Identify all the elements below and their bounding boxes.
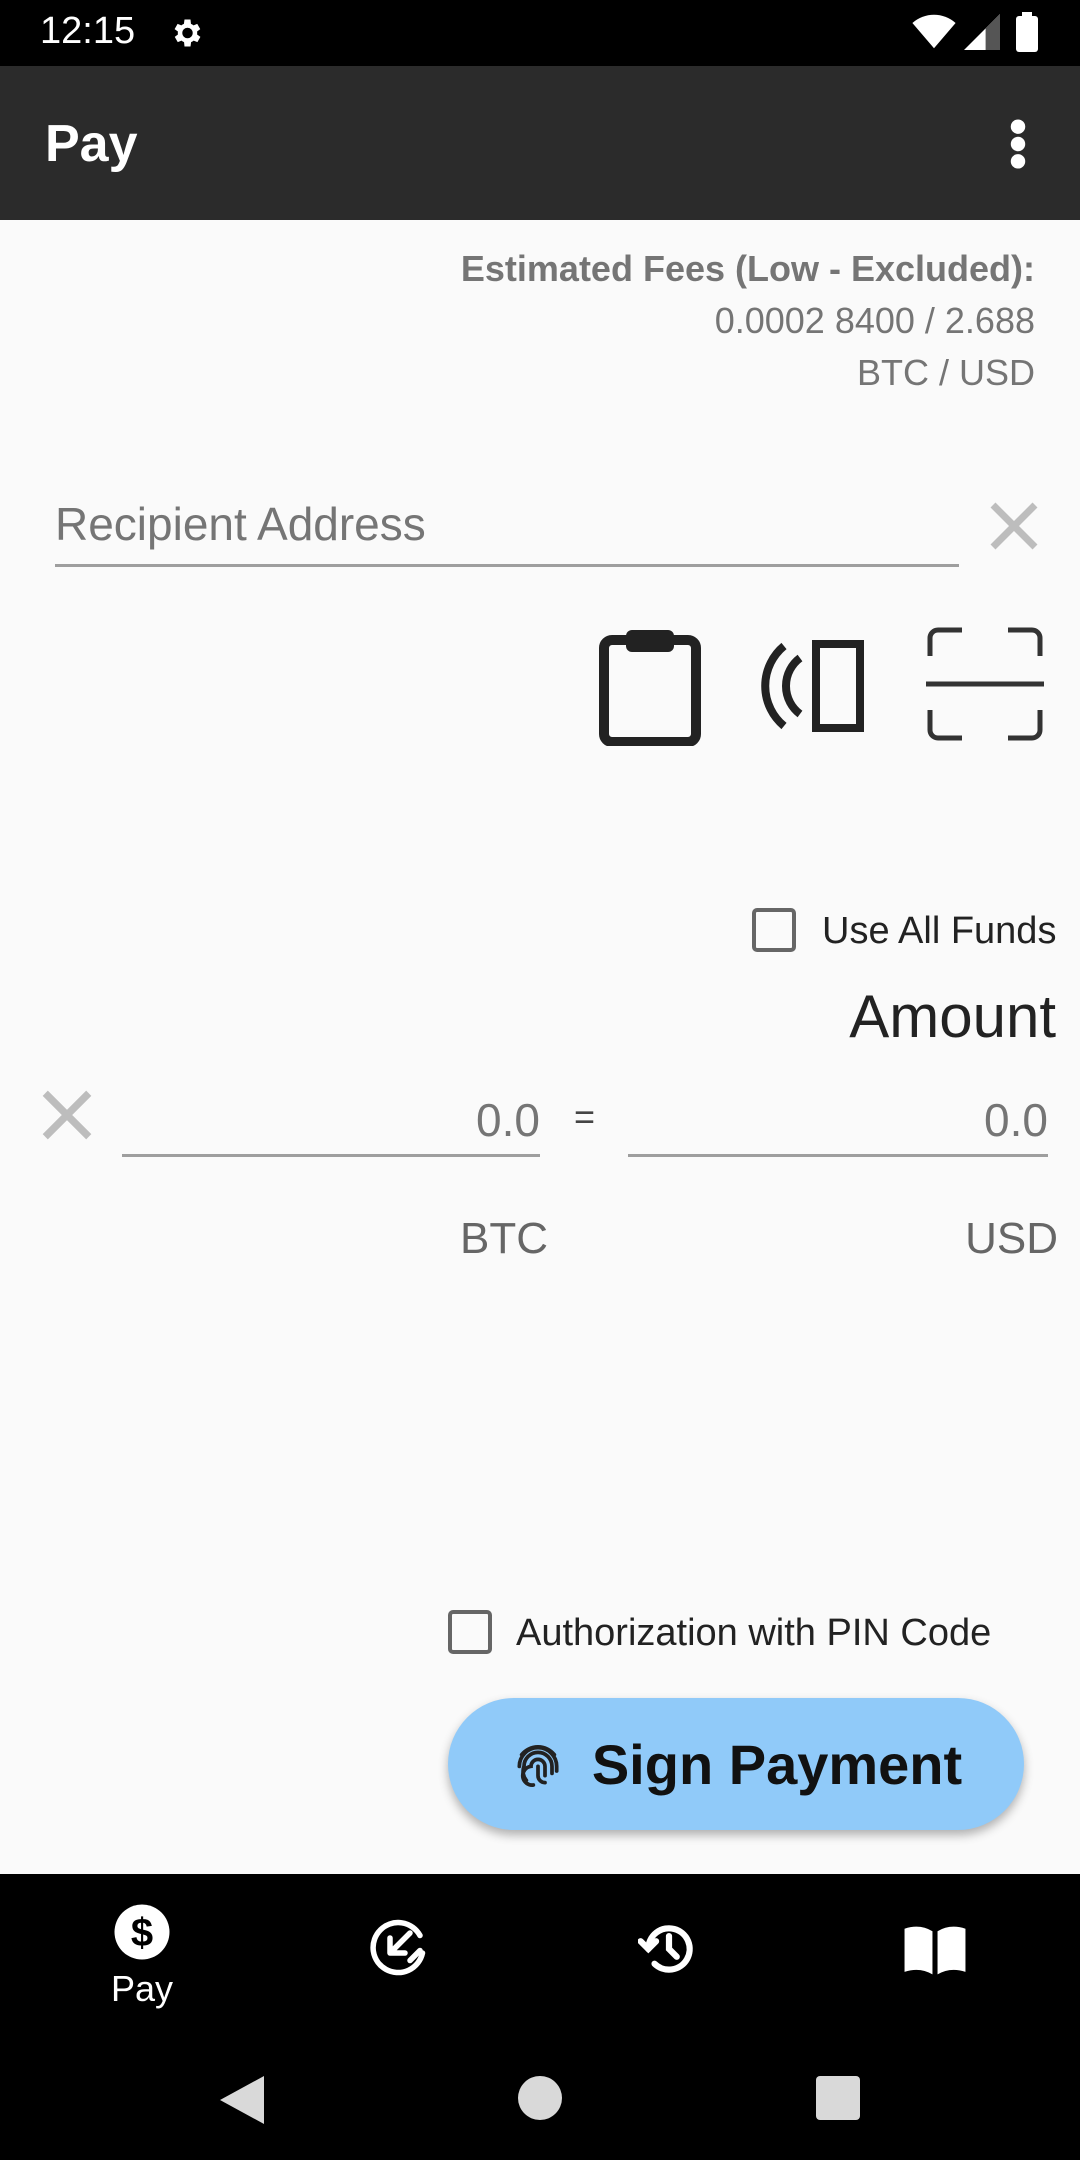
book-icon (902, 1922, 980, 1976)
pin-auth-checkbox[interactable] (448, 1610, 492, 1654)
receive-icon (370, 1918, 448, 1978)
amount-title: Amount (849, 983, 1056, 1050)
btc-amount-underline (122, 1154, 540, 1157)
sign-payment-label: Sign Payment (591, 1732, 963, 1796)
overflow-menu-icon[interactable] (1000, 118, 1036, 170)
dollar-circle-icon: $ (112, 1902, 172, 1962)
recipient-address-input[interactable] (55, 494, 955, 554)
system-navigation-bar (0, 2044, 1080, 2160)
fees-units: BTC / USD (856, 352, 1035, 393)
fees-title: Estimated Fees (Low - Excluded): (460, 248, 1035, 289)
usd-amount-underline (628, 1154, 1048, 1157)
clipboard-icon[interactable] (598, 624, 702, 746)
btc-unit-label: BTC (460, 1214, 548, 1263)
cell-signal-icon (964, 14, 1000, 50)
app-bar: Pay (0, 66, 1080, 220)
wifi-icon (912, 14, 956, 50)
fingerprint-icon (510, 1736, 566, 1792)
nav-item-pay[interactable]: $ Pay (80, 1874, 204, 2044)
equals-sign: = (574, 1096, 596, 1137)
usd-unit-label: USD (965, 1214, 1058, 1263)
page-title: Pay (45, 115, 138, 173)
status-bar: 12:15 (0, 0, 1080, 66)
nav-item-history[interactable] (638, 1918, 716, 1996)
fees-values: 0.0002 8400 / 2.688 (714, 300, 1035, 341)
settings-gear-icon (168, 15, 204, 51)
history-icon (638, 1918, 716, 1980)
use-all-funds-label: Use All Funds (822, 910, 1057, 952)
recents-nav-icon[interactable] (816, 2076, 860, 2120)
battery-icon (1016, 12, 1038, 52)
nav-item-pay-label: Pay (110, 1968, 174, 2009)
btc-amount-input[interactable] (124, 1088, 540, 1152)
pin-auth-label: Authorization with PIN Code (516, 1612, 992, 1654)
clear-recipient-icon[interactable] (986, 498, 1042, 554)
usd-amount-input[interactable] (630, 1088, 1048, 1152)
back-nav-icon[interactable] (220, 2076, 264, 2124)
bottom-navigation: $ Pay (0, 1874, 1080, 2044)
nav-item-book[interactable] (902, 1922, 980, 2000)
sign-payment-button[interactable]: Sign Payment (448, 1698, 1024, 1830)
nav-item-receive[interactable] (370, 1918, 448, 1996)
home-nav-icon[interactable] (518, 2076, 562, 2120)
clear-amount-icon[interactable] (38, 1086, 96, 1144)
status-time: 12:15 (40, 10, 136, 52)
use-all-funds-checkbox[interactable] (752, 908, 796, 952)
recipient-underline (55, 564, 959, 567)
qr-scan-icon[interactable] (926, 626, 1044, 742)
svg-text:$: $ (131, 1911, 153, 1955)
nfc-phone-icon[interactable] (756, 638, 876, 734)
